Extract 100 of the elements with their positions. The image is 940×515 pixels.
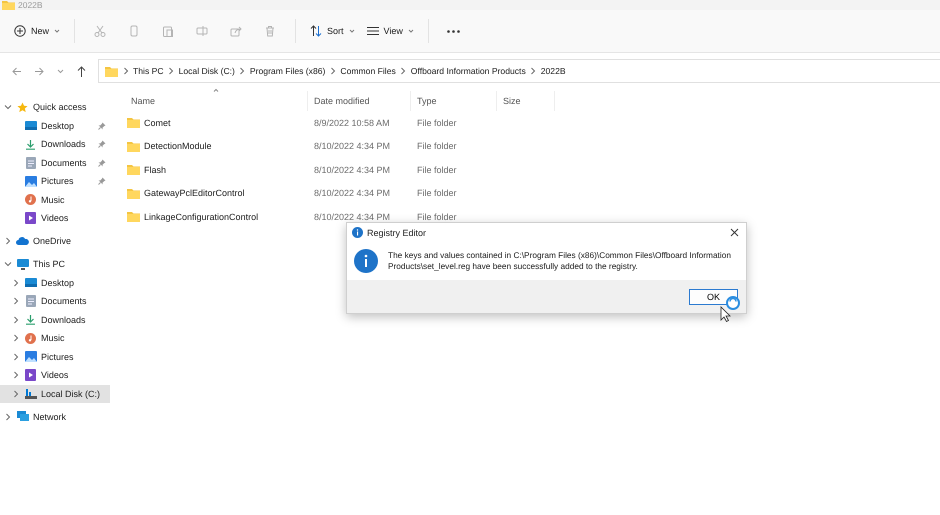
type-cell-text: File folder xyxy=(416,188,458,198)
column-header[interactable]: Type xyxy=(411,91,497,111)
dialog-message: The keys and values contained in C:\Program Files (x86)\Common Files\Offboard Information Products\set_level.reg have been successfully added to the registry. xyxy=(388,250,732,272)
sidebar-item[interactable]: Documents xyxy=(0,154,110,172)
share-icon xyxy=(230,25,242,37)
sidebar-item[interactable]: Desktop xyxy=(0,274,110,292)
sidebar-item[interactable]: Pictures xyxy=(0,348,110,366)
address-bar[interactable]: This PC Local Disk (C:) Program Files (x86) Common Files Offboard Information Products 2022B xyxy=(98,59,940,83)
breadcrumb-link[interactable]: Local Disk (C:) xyxy=(178,66,235,76)
info-icon xyxy=(354,249,378,273)
chevron-right-icon[interactable] xyxy=(4,412,10,421)
sidebar-item[interactable]: Quick access xyxy=(0,98,110,116)
sort-button[interactable]: Sort xyxy=(304,17,361,45)
sort-icon xyxy=(310,25,322,37)
rename-icon xyxy=(196,25,208,37)
folder-icon xyxy=(127,164,140,176)
download-icon xyxy=(24,138,37,150)
file-name[interactable]: Comet xyxy=(144,118,171,128)
trash-icon xyxy=(264,25,276,37)
chevron-right-icon[interactable] xyxy=(12,334,18,342)
chevron-right-icon xyxy=(530,67,537,75)
paste-icon xyxy=(162,25,174,37)
sidebar-item[interactable]: Videos xyxy=(0,209,110,228)
dialog-title: Registry Editor xyxy=(367,228,428,238)
star-icon xyxy=(16,102,29,113)
sidebar-item[interactable]: Network xyxy=(0,408,110,426)
date-cell-text: 8/10/2022 4:34 PM xyxy=(313,212,392,222)
sidebar-item[interactable]: Desktop xyxy=(0,116,110,135)
info-icon xyxy=(352,227,363,238)
breadcrumb-link[interactable]: Program Files (x86) xyxy=(250,66,326,76)
type-cell-text: File folder xyxy=(416,212,458,222)
date-cell-text: 8/10/2022 4:34 PM xyxy=(313,164,392,175)
music-icon xyxy=(24,332,37,344)
chevron-right-icon xyxy=(168,67,175,75)
column-header[interactable]: Size xyxy=(497,91,555,111)
close-icon xyxy=(730,228,738,237)
file-name[interactable]: GatewayPclEditorControl xyxy=(144,188,245,198)
chevron-right-icon xyxy=(400,67,407,75)
folder-icon xyxy=(127,117,140,128)
cloud-icon xyxy=(16,237,29,246)
file-name[interactable]: Flash xyxy=(144,164,166,175)
desktop-icon xyxy=(24,120,37,131)
folder-icon xyxy=(127,188,140,199)
chevron-right-icon xyxy=(238,67,246,75)
file-name[interactable]: LinkageConfigurationControl xyxy=(144,212,258,222)
copy-icon xyxy=(128,25,140,37)
file-name[interactable]: DetectionModule xyxy=(144,141,212,152)
breadcrumb-link[interactable]: 2022B xyxy=(540,66,566,76)
document-icon xyxy=(24,295,37,308)
chevron-right-icon[interactable] xyxy=(12,316,18,324)
folder-icon xyxy=(127,140,140,152)
date-cell-text: 8/10/2022 4:34 PM xyxy=(313,188,392,198)
sidebar-item[interactable]: This PC xyxy=(0,255,110,274)
chevron-right-icon xyxy=(329,67,336,75)
chevron-down-icon[interactable] xyxy=(4,104,12,110)
chevron-right-icon[interactable] xyxy=(12,297,18,306)
chevron-right-icon xyxy=(122,67,129,75)
folder-icon xyxy=(127,211,140,222)
chevron-right-icon[interactable] xyxy=(12,390,18,398)
column-header[interactable]: Name xyxy=(125,91,308,111)
folder-icon xyxy=(105,66,118,76)
sidebar-item[interactable]: OneDrive xyxy=(0,232,110,250)
folder-icon xyxy=(2,0,15,10)
sidebar-item[interactable]: Documents xyxy=(0,292,110,310)
breadcrumb-link[interactable]: This PC xyxy=(133,66,164,76)
drive-icon xyxy=(24,388,37,399)
new-button[interactable]: New xyxy=(8,17,66,45)
sidebar-item[interactable]: Local Disk (C:) xyxy=(0,384,110,403)
type-cell-text: File folder xyxy=(416,141,458,152)
chevron-right-icon[interactable] xyxy=(12,352,18,361)
date-cell-text: 8/9/2022 10:58 AM xyxy=(313,118,391,128)
video-icon xyxy=(24,369,37,382)
list-icon xyxy=(366,26,379,36)
desktop-icon xyxy=(24,278,37,288)
column-header[interactable]: Date modified xyxy=(308,91,411,111)
scissors-icon xyxy=(94,25,106,37)
chevron-right-icon[interactable] xyxy=(12,371,18,380)
chevron-right-icon[interactable] xyxy=(4,237,10,246)
sidebar-item[interactable]: Videos xyxy=(0,366,110,384)
sidebar-item[interactable]: Downloads xyxy=(0,310,110,329)
sidebar-item[interactable]: Pictures xyxy=(0,172,110,190)
sidebar-item[interactable]: Music xyxy=(0,190,110,209)
music-icon xyxy=(24,194,37,206)
window-title: 2022B xyxy=(18,0,43,10)
view-button[interactable]: View xyxy=(360,17,420,45)
date-cell-text: 8/10/2022 4:34 PM xyxy=(313,141,392,152)
picture-icon xyxy=(24,351,37,362)
sidebar-item[interactable]: Music xyxy=(0,329,110,348)
chevron-right-icon[interactable] xyxy=(12,278,18,287)
chevron-down-icon[interactable] xyxy=(4,261,12,268)
type-cell-text: File folder xyxy=(416,118,458,128)
sidebar-item[interactable]: Downloads xyxy=(0,135,110,154)
computer-icon xyxy=(16,258,29,270)
breadcrumb-link[interactable]: Offboard Information Products xyxy=(410,66,526,76)
plus-icon xyxy=(14,25,26,37)
document-icon xyxy=(24,156,37,169)
breadcrumb-link[interactable]: Common Files xyxy=(340,66,396,76)
picture-icon xyxy=(24,176,37,187)
video-icon xyxy=(24,212,37,224)
type-cell-text: File folder xyxy=(416,164,458,175)
